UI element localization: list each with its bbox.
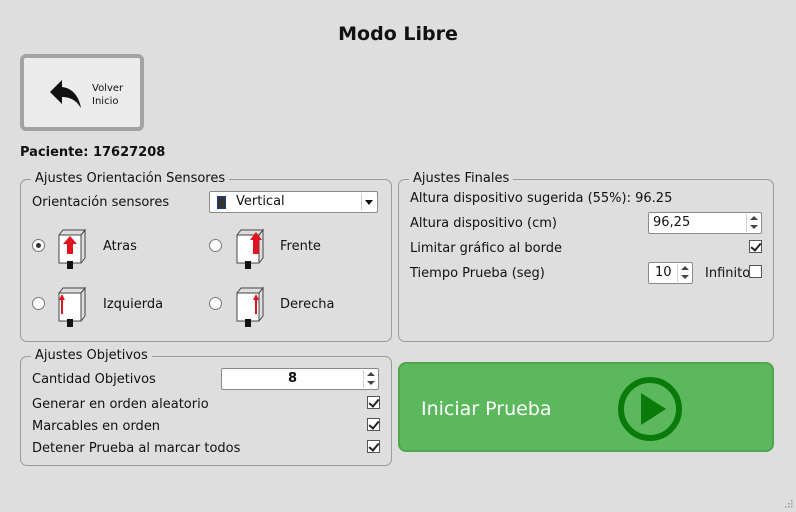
patient-label: Paciente: 17627208: [20, 145, 166, 160]
option-atras-label: Atras: [103, 239, 137, 254]
random-label: Generar en orden aleatorio: [32, 397, 209, 412]
sensor-right-icon: [231, 286, 265, 327]
resize-grip-icon[interactable]: [785, 497, 793, 508]
option-derecha-label: Derecha: [280, 297, 335, 312]
sensor-device-icon: [217, 196, 226, 209]
infinite-checkbox[interactable]: [749, 265, 762, 278]
limit-label: Limitar gráfico al borde: [410, 241, 562, 256]
radio-frente[interactable]: [209, 239, 222, 252]
orientation-combo[interactable]: Vertical: [209, 191, 378, 213]
chevron-down-icon[interactable]: [361, 194, 375, 210]
sensor-front-icon: [231, 228, 265, 269]
time-spinbox[interactable]: 10: [648, 262, 693, 284]
radio-izquierda[interactable]: [32, 297, 45, 310]
sensor-back-icon: [53, 228, 87, 269]
option-izquierda-label: Izquierda: [103, 297, 164, 312]
time-value: 10: [655, 265, 672, 280]
radio-derecha[interactable]: [209, 297, 222, 310]
ordered-label: Marcables en orden: [32, 419, 161, 434]
back-label-line1: Volver: [92, 83, 124, 94]
infinite-label: Infinito: [705, 266, 751, 281]
page-title: Modo Libre: [338, 23, 458, 45]
play-circle-icon: [617, 376, 683, 446]
radio-atras[interactable]: [32, 239, 45, 252]
sensor-left-icon: [53, 286, 87, 327]
count-label: Cantidad Objetivos: [32, 372, 156, 387]
final-settings-group-title: Ajustes Finales: [409, 171, 514, 186]
start-test-button[interactable]: Iniciar Prueba: [398, 362, 774, 452]
ordered-checkbox[interactable]: [367, 418, 380, 431]
orientation-group-title: Ajustes Orientación Sensores: [31, 171, 230, 186]
count-stepper-arrows[interactable]: [363, 370, 377, 388]
objectives-group-title: Ajustes Objetivos: [31, 348, 152, 363]
orientation-combo-label: Orientación sensores: [32, 195, 170, 210]
limit-checkbox[interactable]: [749, 240, 762, 253]
time-label: Tiempo Prueba (seg): [410, 266, 545, 281]
stop-label: Detener Prueba al marcar todos: [32, 441, 241, 456]
count-spinbox[interactable]: 8: [221, 368, 379, 390]
start-test-label: Iniciar Prueba: [421, 398, 552, 420]
orientation-combo-value: Vertical: [236, 194, 285, 209]
stop-checkbox[interactable]: [367, 440, 380, 453]
option-frente-label: Frente: [280, 239, 321, 254]
back-label-line2: Inicio: [92, 96, 119, 107]
count-value: 8: [288, 371, 298, 386]
suggested-height-text: Altura dispositivo sugerida (55%): 96.25: [410, 191, 673, 206]
time-stepper-arrows[interactable]: [677, 264, 691, 282]
height-spinbox[interactable]: 96,25: [648, 212, 762, 234]
height-stepper-arrows[interactable]: [746, 214, 760, 232]
random-checkbox[interactable]: [367, 396, 380, 409]
back-home-button[interactable]: Volver Inicio: [20, 54, 144, 131]
height-label: Altura dispositivo (cm): [410, 216, 557, 231]
height-value: 96,25: [653, 215, 691, 230]
undo-arrow-icon: [48, 78, 84, 116]
